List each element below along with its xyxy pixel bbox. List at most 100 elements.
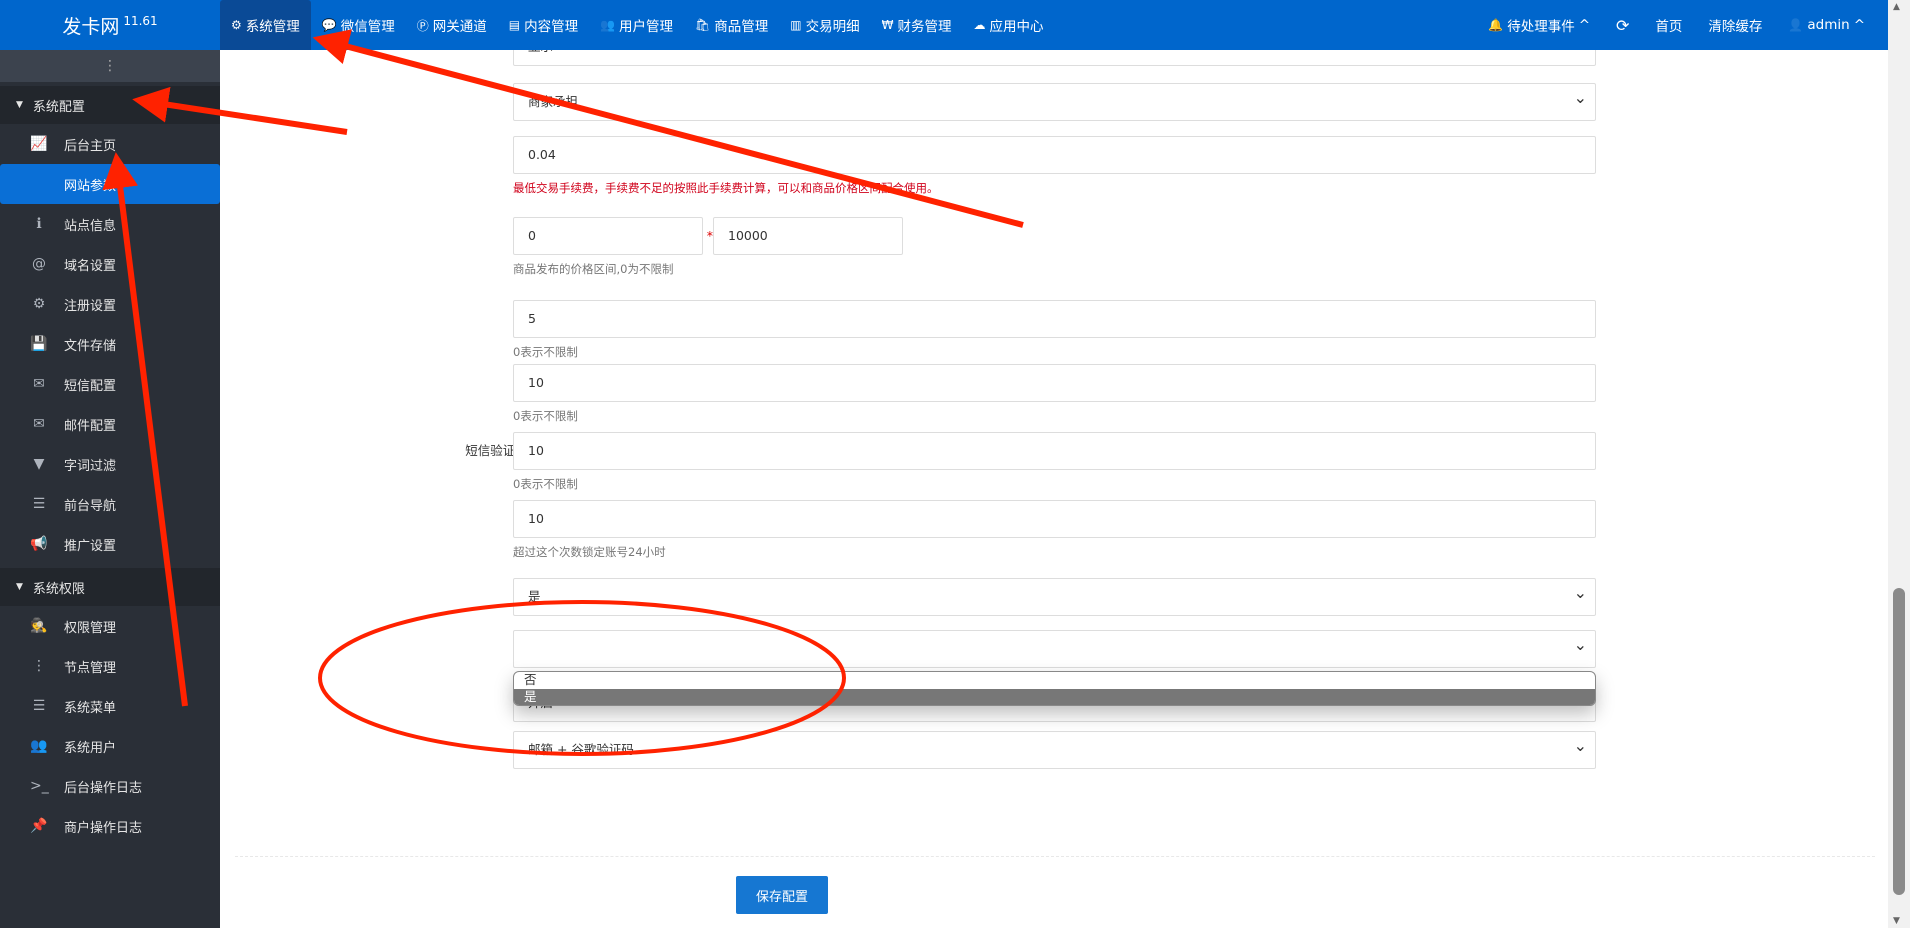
users-icon: 👥 bbox=[600, 18, 616, 32]
sidebar-toggle[interactable]: ⋮ bbox=[0, 50, 220, 82]
select-dropdown-list: 否是 bbox=[513, 671, 1596, 706]
sidebar-item-label: 系统用户 bbox=[64, 740, 117, 756]
filter-icon: ▼ bbox=[33, 456, 45, 472]
username: admin bbox=[1807, 17, 1850, 33]
sidebar-item[interactable]: 👥 系统用户 bbox=[0, 726, 220, 766]
sidebar-item[interactable]: ☰ 系统菜单 bbox=[0, 686, 220, 726]
user-secret-icon: 🕵 bbox=[30, 618, 48, 634]
nav-label: 内容管理 bbox=[524, 19, 579, 35]
user-menu[interactable]: 👤 admin ^ bbox=[1775, 0, 1878, 50]
field-hint: 0表示不限制 bbox=[513, 345, 578, 359]
select-field[interactable]: 商家承担 bbox=[513, 80, 1596, 121]
bullhorn-icon: 📢 bbox=[30, 536, 48, 552]
sidebar-item-label: 权限管理 bbox=[64, 620, 117, 636]
version: 11.61 bbox=[123, 14, 158, 28]
nav-label: 网关通道 bbox=[432, 19, 487, 35]
sidebar-item-label: 字词过滤 bbox=[64, 458, 117, 474]
scrollbar[interactable]: ▲ ▼ bbox=[1888, 0, 1910, 928]
chevron-up-icon: ^ bbox=[1578, 17, 1591, 33]
field-hint: 最低交易手续费，手续费不足的按照此手续费计算，可以和商品价格区间配合使用。 bbox=[513, 181, 939, 195]
select-field[interactable]: 显示 bbox=[513, 50, 1596, 66]
select-field[interactable] bbox=[513, 627, 1596, 668]
gear-icon: ⚙ bbox=[32, 296, 46, 312]
sidebar-group-header[interactable]: ▼ 系统配置 bbox=[0, 86, 220, 124]
select-field[interactable]: 是 bbox=[513, 575, 1596, 616]
pending-events-menu[interactable]: 🔔 待处理事件 ^ bbox=[1475, 0, 1603, 50]
envelope-icon: ✉ bbox=[33, 416, 45, 432]
shopping-bag-icon: 🛍 bbox=[695, 18, 711, 32]
ellipsis-vertical-icon: ⋮ bbox=[32, 658, 46, 674]
sidebar-item[interactable]: 🕵 权限管理 bbox=[0, 606, 220, 646]
sidebar-item[interactable]: ✉ 短信配置 bbox=[0, 364, 220, 404]
nav-wechat[interactable]: 💬 微信管理 bbox=[311, 0, 406, 50]
sidebar-item-label: 站点信息 bbox=[64, 218, 117, 234]
sidebar-item[interactable]: 📈 后台主页 bbox=[0, 124, 220, 164]
dropdown-option[interactable]: 是 bbox=[514, 688, 1595, 705]
text-input[interactable]: 10 bbox=[513, 364, 1596, 402]
nav-file[interactable]: ▤ 内容管理 bbox=[498, 0, 589, 50]
sidebar-item-label: 系统菜单 bbox=[64, 700, 117, 716]
save-config-button[interactable]: 保存配置 bbox=[736, 876, 828, 914]
nav-paypal[interactable]: Ⓟ 网关通道 bbox=[406, 0, 498, 50]
nav-label: 系统管理 bbox=[245, 19, 300, 35]
sidebar-item-label: 邮件配置 bbox=[64, 418, 117, 434]
sidebar-item[interactable]: ℹ 站点信息 bbox=[0, 204, 220, 244]
sidebar-item[interactable]: 💾 文件存储 bbox=[0, 324, 220, 364]
nav-finance[interactable]: ₩ 财务管理 bbox=[871, 0, 963, 50]
nav-gear[interactable]: ⚙ 系统管理 bbox=[220, 0, 311, 50]
sidebar-group-label: 系统权限 bbox=[32, 581, 85, 597]
clear-cache-button[interactable]: 清除缓存 bbox=[1695, 0, 1775, 50]
sidebar-item[interactable]: ⋮ 节点管理 bbox=[0, 646, 220, 686]
select-field[interactable]: 邮箱 + 谷歌验证码 bbox=[513, 728, 1596, 769]
scroll-thumb[interactable] bbox=[1893, 588, 1905, 895]
nav-label: 用户管理 bbox=[619, 19, 674, 35]
nav-label: 应用中心 bbox=[989, 19, 1044, 35]
text-input[interactable]: 5 bbox=[513, 300, 1596, 338]
sidebar-item[interactable]: ⚙ 注册设置 bbox=[0, 284, 220, 324]
dropdown-option[interactable]: 否 bbox=[514, 672, 1595, 689]
sidebar-item[interactable]: >_ 后台操作日志 bbox=[0, 766, 220, 806]
sidebar-item[interactable]: ▼ 字词过滤 bbox=[0, 444, 220, 484]
bar-chart-icon: ▥ bbox=[790, 18, 802, 32]
sidebar-item-label: 后台主页 bbox=[64, 138, 117, 154]
sidebar-item[interactable]: 📢 推广设置 bbox=[0, 524, 220, 564]
refresh-button[interactable]: ⟳ bbox=[1603, 0, 1642, 50]
thumbtack-icon: 📌 bbox=[30, 818, 48, 834]
caret-down-icon: ▼ bbox=[16, 582, 23, 592]
home-link[interactable]: 首页 bbox=[1642, 0, 1695, 50]
nav-users[interactable]: 👥 用户管理 bbox=[589, 0, 684, 50]
area-chart-icon: 📈 bbox=[30, 136, 48, 152]
paypal-icon: Ⓟ bbox=[416, 18, 429, 33]
sidebar-item-label: 推广设置 bbox=[64, 538, 117, 554]
ellipsis-vertical-icon: ⋮ bbox=[103, 58, 117, 74]
text-input[interactable]: 10 bbox=[513, 432, 1596, 470]
caret-down-icon: ▼ bbox=[16, 100, 23, 110]
nav-shopping-bag[interactable]: 🛍 商品管理 bbox=[684, 0, 779, 50]
sidebar-item[interactable]: @ 域名设置 bbox=[0, 244, 220, 284]
sidebar-item-label: 节点管理 bbox=[64, 660, 117, 676]
sidebar-item-label: 文件存储 bbox=[64, 338, 117, 354]
at-icon: @ bbox=[32, 256, 46, 272]
text-input[interactable]: 0.04 bbox=[513, 136, 1596, 174]
nav-bar-chart[interactable]: ▥ 交易明细 bbox=[779, 0, 870, 50]
scroll-down-icon[interactable]: ▼ bbox=[1893, 916, 1900, 926]
logo[interactable]: 发卡网 11.61 bbox=[0, 0, 220, 50]
bell-icon: 🔔 bbox=[1488, 18, 1504, 32]
price-max-input[interactable]: 10000 bbox=[713, 217, 903, 255]
sidebar-item[interactable]: ☰ 前台导航 bbox=[0, 484, 220, 524]
sidebar-item[interactable]: 网站参数 bbox=[0, 164, 220, 204]
scroll-up-icon[interactable]: ▲ bbox=[1893, 2, 1900, 12]
sidebar-group-label: 系统配置 bbox=[32, 99, 85, 115]
sidebar-item-label: 前台导航 bbox=[64, 498, 117, 514]
sidebar-item-label: 注册设置 bbox=[64, 298, 117, 314]
nav-cloud[interactable]: ☁ 应用中心 bbox=[962, 0, 1054, 50]
nav-label: 商品管理 bbox=[714, 19, 769, 35]
sidebar-item-label: 商户操作日志 bbox=[64, 820, 143, 836]
price-min-input[interactable]: 0 bbox=[513, 217, 703, 255]
text-input[interactable]: 10 bbox=[513, 500, 1596, 538]
sidebar-group-header[interactable]: ▼ 系统权限 bbox=[0, 568, 220, 606]
settings-form: 后台显示安全提示*显示手续费承担方*商家承担最低交易手续费*0.04最低交易手续… bbox=[220, 50, 1888, 928]
sidebar-item[interactable]: ✉ 邮件配置 bbox=[0, 404, 220, 444]
sidebar-item[interactable]: 📌 商户操作日志 bbox=[0, 806, 220, 846]
field-hint: 0表示不限制 bbox=[513, 477, 578, 491]
